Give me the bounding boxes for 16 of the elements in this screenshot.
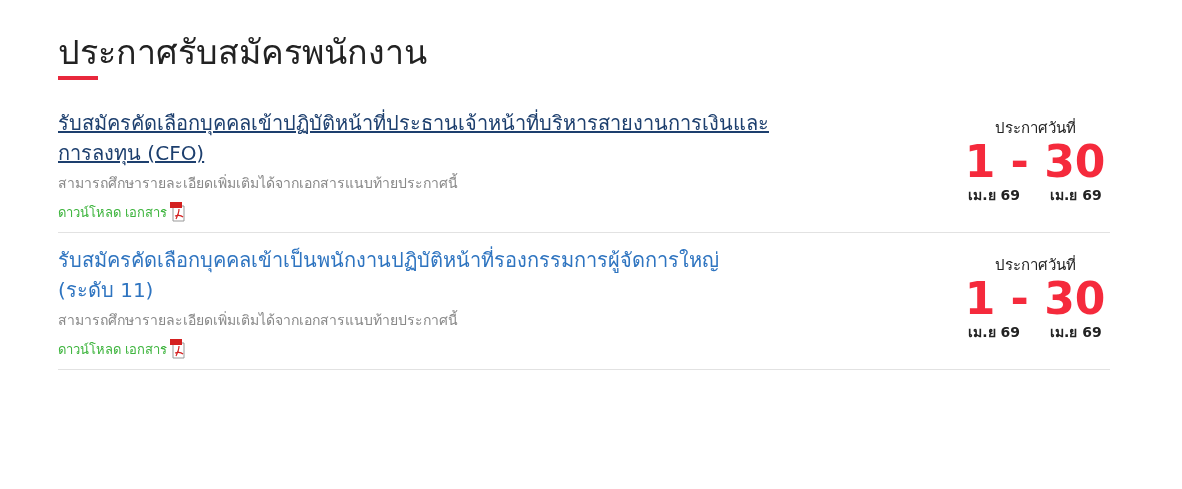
date-label: ประกาศวันที่ [994, 254, 1076, 276]
start-month: เม.ย 69 [968, 186, 1020, 205]
end-month: เม.ย 69 [1050, 186, 1102, 205]
download-link[interactable]: ดาวน์โหลด เอกสาร [58, 341, 168, 359]
date-range: 1 - 30 [964, 140, 1106, 184]
start-month: เม.ย 69 [968, 323, 1020, 342]
end-month: เม.ย 69 [1050, 323, 1102, 342]
announcement-description: สามารถศึกษารายละเอียดเพิ่มเติมได้จากเอกสารแนบท้ายประกาศนี้ [58, 172, 459, 193]
download-link[interactable]: ดาวน์โหลด เอกสาร [58, 204, 168, 222]
page-heading: ประกาศรับสมัครพนักงาน [58, 31, 428, 74]
heading-underline [58, 76, 98, 80]
announcement-link[interactable]: รับสมัครคัดเลือกบุคคลเข้าเป็นพนักงานปฏิบัติหน้าที่รองกรรมการผู้จัดการใหญ่ (ระดับ 11) [58, 245, 778, 305]
announcement-link[interactable]: รับสมัครคัดเลือกบุคคลเข้าปฏิบัติหน้าที่ประธานเจ้าหน้าที่บริหารสายงานการเงินและการลงทุน (CFO) [58, 108, 778, 168]
announcement-description: สามารถศึกษารายละเอียดเพิ่มเติมได้จากเอกสารแนบท้ายประกาศนี้ [58, 309, 459, 330]
date-range: 1 - 30 [964, 277, 1106, 321]
date-label: ประกาศวันที่ [994, 117, 1076, 139]
